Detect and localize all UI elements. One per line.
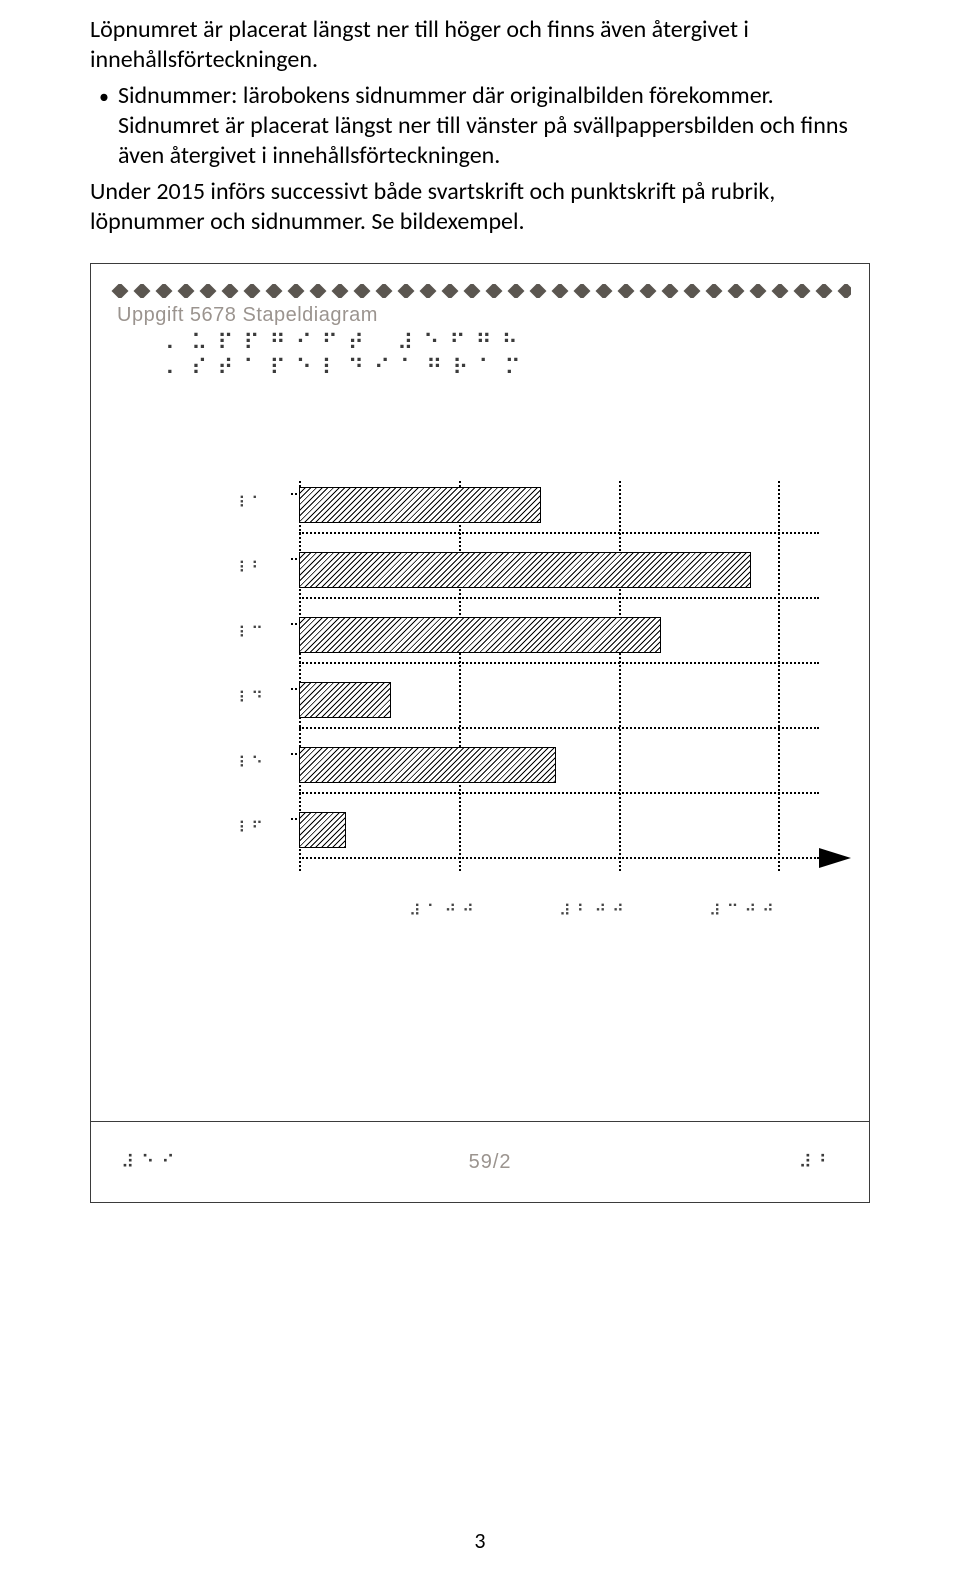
chart-bar xyxy=(299,487,541,523)
gridline-200 xyxy=(619,481,621,871)
figure-print-title: Uppgift 5678 Stapeldiagram xyxy=(117,304,851,327)
gridline-300 xyxy=(778,481,780,871)
y-axis-label-braille: ⠸⠙ xyxy=(234,688,269,707)
figure-braille-title: ⠄⠥⠏⠏⠛⠊⠋⠞ ⠼⠑⠋⠛⠓ ⠄⠎⠞⠁⠏⠑⠇⠙⠊⠁⠛⠗⠁⠍ xyxy=(165,331,851,381)
bar-baseline xyxy=(299,857,819,859)
chart-bar xyxy=(299,552,751,588)
figure-inner-rule xyxy=(90,1121,870,1122)
chart-bar xyxy=(299,682,391,718)
chart-bar xyxy=(299,812,346,848)
bullet-sidnummer: • Sidnummer: lärobokens sidnummer där or… xyxy=(90,81,870,171)
bar-chart: ⠸⠁ ⠸⠃ ⠸⠉ ⠸⠙ ⠸⠑ ⠸⠋ ⠼⠁⠚⠚ ⠼⠃⠚⠚ ⠼⠉⠚⠚ xyxy=(109,471,851,941)
paragraph-lopnummer: Löpnumret är placerat längst ner till hö… xyxy=(90,15,870,75)
y-axis-label-braille: ⠸⠋ xyxy=(234,818,269,837)
diamond-divider xyxy=(109,284,851,298)
bar-baseline xyxy=(299,662,819,664)
figure-svallpapper: Uppgift 5678 Stapeldiagram ⠄⠥⠏⠏⠛⠊⠋⠞ ⠼⠑⠋⠛… xyxy=(90,263,870,1203)
figure-footer: ⠼⠑⠊ 59/2 ⠼⠃ xyxy=(91,1151,869,1174)
chart-bar xyxy=(299,747,556,783)
paragraph-2015: Under 2015 införs successivt både svarts… xyxy=(90,177,870,237)
bullet-glyph: • xyxy=(90,81,118,171)
footer-right-braille: ⠼⠃ xyxy=(799,1152,839,1173)
y-axis-label-braille: ⠸⠑ xyxy=(234,753,269,772)
footer-left-braille: ⠼⠑⠊ xyxy=(121,1152,182,1173)
footer-center-print: 59/2 xyxy=(469,1151,512,1174)
bullet-sidnummer-text: Sidnummer: lärobokens sidnummer där orig… xyxy=(118,81,870,171)
y-axis-label-braille: ⠸⠃ xyxy=(234,558,269,577)
chart-bar xyxy=(299,617,661,653)
bar-baseline xyxy=(299,727,819,729)
gridline-100 xyxy=(459,481,461,871)
bar-baseline xyxy=(299,597,819,599)
bar-baseline xyxy=(299,792,819,794)
x-axis-arrow-icon xyxy=(819,848,851,868)
bar-baseline xyxy=(299,532,819,534)
page-number: 3 xyxy=(0,1527,960,1554)
y-axis-label-braille: ⠸⠉ xyxy=(234,623,269,642)
x-axis-label-braille: ⠼⠃⠚⠚ xyxy=(559,901,630,920)
x-axis-label-braille: ⠼⠁⠚⠚ xyxy=(409,901,480,920)
y-axis-label-braille: ⠸⠁ xyxy=(234,493,269,512)
x-axis-label-braille: ⠼⠉⠚⠚ xyxy=(709,901,780,920)
